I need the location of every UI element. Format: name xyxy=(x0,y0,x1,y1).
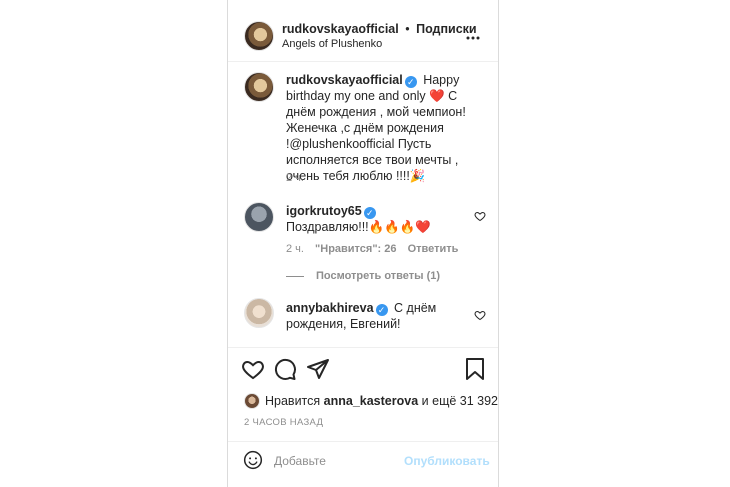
view-replies-button[interactable]: Посмотреть ответы (1) xyxy=(316,270,440,282)
caption-text: Happy birthday my one and only ❤️ С днём… xyxy=(286,73,466,183)
heart-icon[interactable] xyxy=(474,308,486,321)
share-icon[interactable] xyxy=(306,357,330,381)
emoji-icon[interactable] xyxy=(243,450,263,470)
header-username[interactable]: rudkovskaya​official xyxy=(282,22,399,36)
more-icon[interactable] xyxy=(466,28,480,40)
header-location[interactable]: Angels of Plushenko xyxy=(282,38,382,50)
header-avatar[interactable] xyxy=(244,21,274,51)
likes-suffix[interactable]: и ещё 31 392 xyxy=(422,394,498,408)
comment-icon[interactable] xyxy=(273,357,297,381)
post-timestamp[interactable]: 2 ЧАСОВ НАЗАД xyxy=(244,417,323,428)
comment-avatar[interactable] xyxy=(244,202,274,232)
caption-username[interactable]: rudkovskayaofficial xyxy=(286,73,403,87)
publish-button[interactable]: Опубликовать xyxy=(404,454,490,468)
likes-prefix: Нравится xyxy=(265,394,321,408)
caption-time[interactable]: 2 ч. xyxy=(286,172,304,184)
comment-box-divider xyxy=(228,441,498,442)
header-user-line: rudkovskaya​official • Подписки xyxy=(282,22,477,36)
verified-icon: ✓ xyxy=(404,76,417,88)
verified-icon: ✓ xyxy=(375,304,388,316)
comment-input[interactable]: Добавьте xyxy=(274,454,326,468)
header-divider xyxy=(228,61,498,62)
liker-avatar[interactable] xyxy=(244,393,260,409)
comment-username[interactable]: igorkrutoy65 xyxy=(286,204,362,218)
caption-block: rudkovskayaofficial ✓ Happy birthday my o… xyxy=(286,72,484,184)
caption-avatar[interactable] xyxy=(244,72,274,102)
heart-icon[interactable] xyxy=(241,357,265,381)
comment-body: annybakhireva ✓ С днём рождения, Евгений! xyxy=(286,300,462,332)
heart-icon[interactable] xyxy=(474,209,486,222)
likes-user[interactable]: anna_kasterova xyxy=(324,394,419,408)
comment-avatar[interactable] xyxy=(244,298,274,328)
comment-body: igorkrutoy65 ✓ Поздравляю!!!🔥🔥🔥❤️ xyxy=(286,203,462,235)
verified-icon: ✓ xyxy=(363,207,376,219)
comment-meta: 2 ч. "Нравится": 26 Ответить xyxy=(286,243,458,255)
header-separator: • xyxy=(405,22,410,36)
bookmark-icon[interactable] xyxy=(464,357,486,381)
replies-line xyxy=(286,276,304,277)
likes-line: Нравится anna_kasterova и ещё 31 392 xyxy=(265,394,498,408)
comment-time[interactable]: 2 ч. xyxy=(286,243,304,255)
actions-divider xyxy=(228,347,498,348)
post-panel: rudkovskaya​official • Подписки Angels o… xyxy=(227,0,499,487)
comment-username[interactable]: annybakhireva xyxy=(286,301,374,315)
comment-likes[interactable]: "Нравится": 26 xyxy=(315,243,396,255)
comment-text: Поздравляю!!!🔥🔥🔥❤️ xyxy=(286,220,431,234)
reply-button[interactable]: Ответить xyxy=(408,243,459,255)
